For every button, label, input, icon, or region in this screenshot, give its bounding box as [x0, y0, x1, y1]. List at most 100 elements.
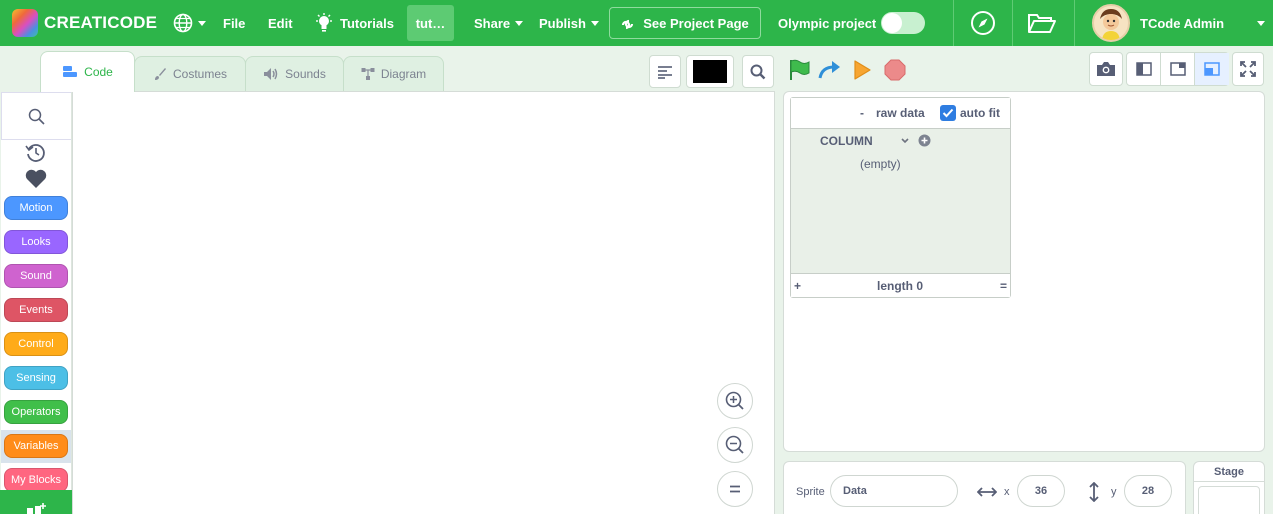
brand-logo[interactable]: CREATICODE — [12, 0, 157, 46]
stop-button[interactable] — [883, 58, 907, 82]
category-my-blocks[interactable]: My Blocks — [4, 468, 68, 492]
x-position-input[interactable]: 36 — [1017, 475, 1065, 507]
see-project-label: See Project Page — [643, 15, 749, 31]
code-icon — [63, 66, 78, 77]
category-sound[interactable]: Sound — [4, 264, 68, 288]
empty-list-text: (empty) — [860, 157, 901, 171]
fullscreen-button[interactable] — [1232, 52, 1264, 86]
clean-up-button[interactable] — [649, 55, 681, 88]
menu-divider — [1074, 0, 1075, 46]
auto-fit-checkbox[interactable] — [940, 105, 956, 121]
list-monitor[interactable]: - raw data auto fit COLUMN (empty) + len… — [790, 97, 1011, 298]
list-collapse-button[interactable]: - — [860, 106, 864, 120]
list-resize-handle[interactable]: = — [1000, 279, 1007, 293]
chevron-down-icon[interactable] — [900, 136, 910, 146]
category-search-area — [1, 92, 71, 140]
share-menu[interactable]: Share — [474, 0, 524, 46]
olympic-toggle[interactable] — [881, 12, 925, 34]
chevron-down-icon — [590, 20, 599, 26]
camera-icon — [1097, 62, 1115, 76]
heart-icon[interactable] — [25, 169, 47, 189]
stage-selector[interactable]: Stage — [1193, 461, 1265, 514]
search-icon[interactable] — [28, 108, 46, 126]
play-icon — [854, 60, 871, 80]
category-sensing[interactable]: Sensing — [4, 366, 68, 390]
category-events[interactable]: Events — [4, 298, 68, 322]
list-title: raw data — [876, 106, 925, 120]
tutorials-label: Tutorials — [340, 15, 394, 31]
pen-color-picker[interactable] — [686, 55, 734, 88]
user-name[interactable]: TCode Admin — [1140, 0, 1224, 46]
green-flag-icon — [790, 59, 810, 80]
align-left-icon — [658, 65, 672, 79]
folder-open-icon — [1028, 14, 1056, 33]
history-icon[interactable] — [25, 142, 47, 164]
large-stage-icon — [1204, 62, 1220, 76]
see-project-page-button[interactable]: See Project Page — [609, 7, 761, 39]
tab-code[interactable]: Code — [40, 51, 135, 92]
pen-color-swatch — [693, 60, 727, 83]
publish-label: Publish — [539, 15, 586, 31]
category-variables[interactable]: Variables — [4, 434, 68, 458]
add-item-button[interactable]: + — [794, 279, 801, 293]
y-position-input[interactable]: 28 — [1124, 475, 1172, 507]
add-extension-button[interactable] — [0, 490, 72, 514]
project-title-field[interactable]: tut… — [407, 5, 454, 41]
zoom-in-button[interactable] — [717, 383, 753, 419]
edit-menu[interactable]: Edit — [268, 0, 293, 46]
zoom-out-button[interactable] — [717, 427, 753, 463]
code-workspace[interactable] — [72, 91, 775, 514]
small-stage-icon — [1135, 62, 1152, 76]
menu-bar: CREATICODE File Edit Tutorials tut… Shar… — [0, 0, 1273, 46]
sprite-name-value: Data — [843, 485, 867, 497]
my-projects-button[interactable] — [1027, 0, 1057, 46]
zoom-in-icon — [725, 391, 744, 410]
small-stage-button[interactable] — [1127, 53, 1161, 85]
checkmark-icon — [942, 108, 954, 118]
curved-arrow-icon — [818, 61, 840, 79]
screenshot-button[interactable] — [1089, 52, 1123, 86]
sprite-label: Sprite — [796, 486, 825, 498]
green-flag-button[interactable] — [787, 58, 811, 82]
file-menu[interactable]: File — [223, 0, 245, 46]
sprite-name-input[interactable]: Data — [830, 475, 958, 507]
category-control[interactable]: Control — [4, 332, 68, 356]
stop-icon — [884, 59, 906, 81]
list-monitor-footer: + length 0 = — [791, 273, 1010, 297]
column-header: COLUMN — [820, 134, 873, 148]
logo-icon — [12, 9, 38, 37]
add-column-icon[interactable] — [918, 134, 931, 147]
add-extension-icon — [27, 503, 46, 514]
chevron-down-icon — [198, 20, 206, 26]
stage-thumbnail[interactable] — [1198, 486, 1260, 514]
publish-menu[interactable]: Publish — [539, 0, 599, 46]
stage-selector-header: Stage — [1194, 462, 1264, 482]
play-button[interactable] — [850, 58, 874, 82]
fullscreen-icon — [1240, 61, 1256, 77]
chevron-down-icon — [1257, 20, 1265, 26]
search-button[interactable] — [742, 55, 774, 88]
large-stage-button[interactable] — [1195, 53, 1229, 85]
list-monitor-header: - raw data auto fit — [791, 98, 1010, 129]
avatar[interactable] — [1092, 4, 1130, 42]
normal-stage-button[interactable] — [1161, 53, 1195, 85]
tab-costumes[interactable]: Costumes — [134, 56, 246, 91]
zoom-reset-button[interactable] — [717, 471, 753, 507]
tab-sounds[interactable]: Sounds — [245, 56, 344, 91]
category-motion[interactable]: Motion — [4, 196, 68, 220]
tab-code-label: Code — [84, 65, 113, 79]
horizontal-arrows-icon — [977, 487, 997, 497]
tutorials-menu[interactable]: Tutorials — [315, 0, 394, 46]
explore-button[interactable] — [970, 0, 996, 46]
category-operators[interactable]: Operators — [4, 400, 68, 424]
redo-button[interactable] — [818, 58, 842, 82]
vertical-arrows-icon — [1089, 482, 1099, 502]
tab-diagram-label: Diagram — [380, 67, 427, 81]
tab-sounds-label: Sounds — [285, 67, 326, 81]
tab-diagram[interactable]: Diagram — [343, 56, 444, 91]
chevron-down-icon — [515, 20, 524, 26]
speaker-icon — [264, 68, 278, 80]
language-menu[interactable] — [173, 0, 206, 46]
category-looks[interactable]: Looks — [4, 230, 68, 254]
account-menu-toggle[interactable] — [1252, 0, 1265, 46]
